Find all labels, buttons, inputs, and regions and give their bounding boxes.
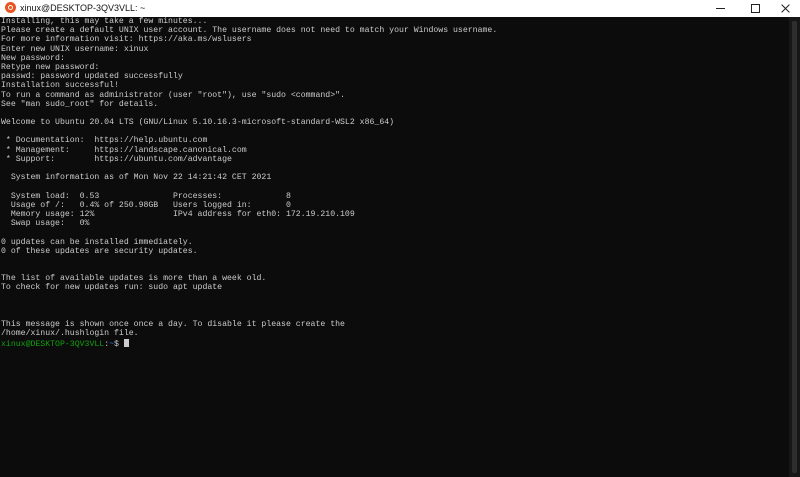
text-cursor bbox=[123, 338, 129, 347]
command-prompt[interactable]: xinux@DESKTOP-3QV3VLL:~$ bbox=[1, 338, 789, 348]
terminal-line: * Support: https://ubuntu.com/advantage bbox=[1, 154, 232, 164]
terminal-line: Installing, this may take a few minutes.… bbox=[1, 17, 208, 26]
terminal-line: * Management: https://landscape.canonica… bbox=[1, 145, 247, 155]
title-bar[interactable]: xinux@DESKTOP-3QV3VLL: ~ bbox=[0, 0, 800, 18]
terminal-line: * Documentation: https://help.ubuntu.com bbox=[1, 136, 208, 146]
window-title: xinux@DESKTOP-3QV3VLL: ~ bbox=[20, 3, 146, 13]
maximize-button[interactable] bbox=[738, 0, 772, 17]
ubuntu-icon[interactable] bbox=[5, 2, 16, 13]
terminal-line: Installation successful! bbox=[1, 81, 119, 91]
terminal-line: See "man sudo_root" for details. bbox=[1, 99, 159, 109]
terminal-line: Enter new UNIX username: xinux bbox=[1, 44, 149, 54]
prompt-user-host: xinux@DESKTOP-3QV3VLL bbox=[1, 339, 105, 348]
minimize-icon bbox=[716, 8, 725, 9]
terminal-line: Welcome to Ubuntu 20.04 LTS (GNU/Linux 5… bbox=[1, 118, 395, 128]
terminal-line: System load: 0.53 Processes: 8 bbox=[1, 191, 291, 201]
terminal-line: Memory usage: 12% IPv4 address for eth0:… bbox=[1, 209, 355, 219]
close-icon bbox=[781, 3, 791, 13]
terminal-line: 0 of these updates are security updates. bbox=[1, 246, 198, 256]
terminal-line: System information as of Mon Nov 22 14:2… bbox=[1, 173, 272, 183]
terminal-line: For more information visit: https://aka.… bbox=[1, 35, 252, 45]
terminal-line: To run a command as administrator (user … bbox=[1, 90, 345, 100]
terminal-line: This message is shown once once a day. T… bbox=[1, 320, 345, 330]
terminal-line: The list of available updates is more th… bbox=[1, 274, 267, 284]
terminal-line: passwd: password updated successfully bbox=[1, 72, 183, 82]
terminal-window: xinux@DESKTOP-3QV3VLL: ~ Installing, thi… bbox=[0, 0, 800, 477]
terminal-output[interactable]: Installing, this may take a few minutes.… bbox=[0, 17, 789, 477]
terminal-line: /home/xinux/.hushlogin file. bbox=[1, 329, 139, 339]
prompt-symbol: $ bbox=[114, 339, 124, 348]
terminal-line: To check for new updates run: sudo apt u… bbox=[1, 283, 223, 293]
terminal-line: Retype new password: bbox=[1, 62, 100, 72]
minimize-button[interactable] bbox=[704, 0, 738, 17]
terminal-line: Please create a default UNIX user accoun… bbox=[1, 26, 498, 36]
terminal-line: New password: bbox=[1, 53, 65, 63]
terminal-line: Usage of /: 0.4% of 250.98GB Users logge… bbox=[1, 200, 291, 210]
terminal-line: 0 updates can be installed immediately. bbox=[1, 237, 193, 247]
scrollbar-thumb[interactable] bbox=[792, 21, 797, 473]
vertical-scrollbar[interactable] bbox=[789, 17, 800, 477]
maximize-icon bbox=[751, 4, 760, 13]
terminal-line: Swap usage: 0% bbox=[1, 219, 90, 229]
close-button[interactable] bbox=[772, 0, 800, 17]
